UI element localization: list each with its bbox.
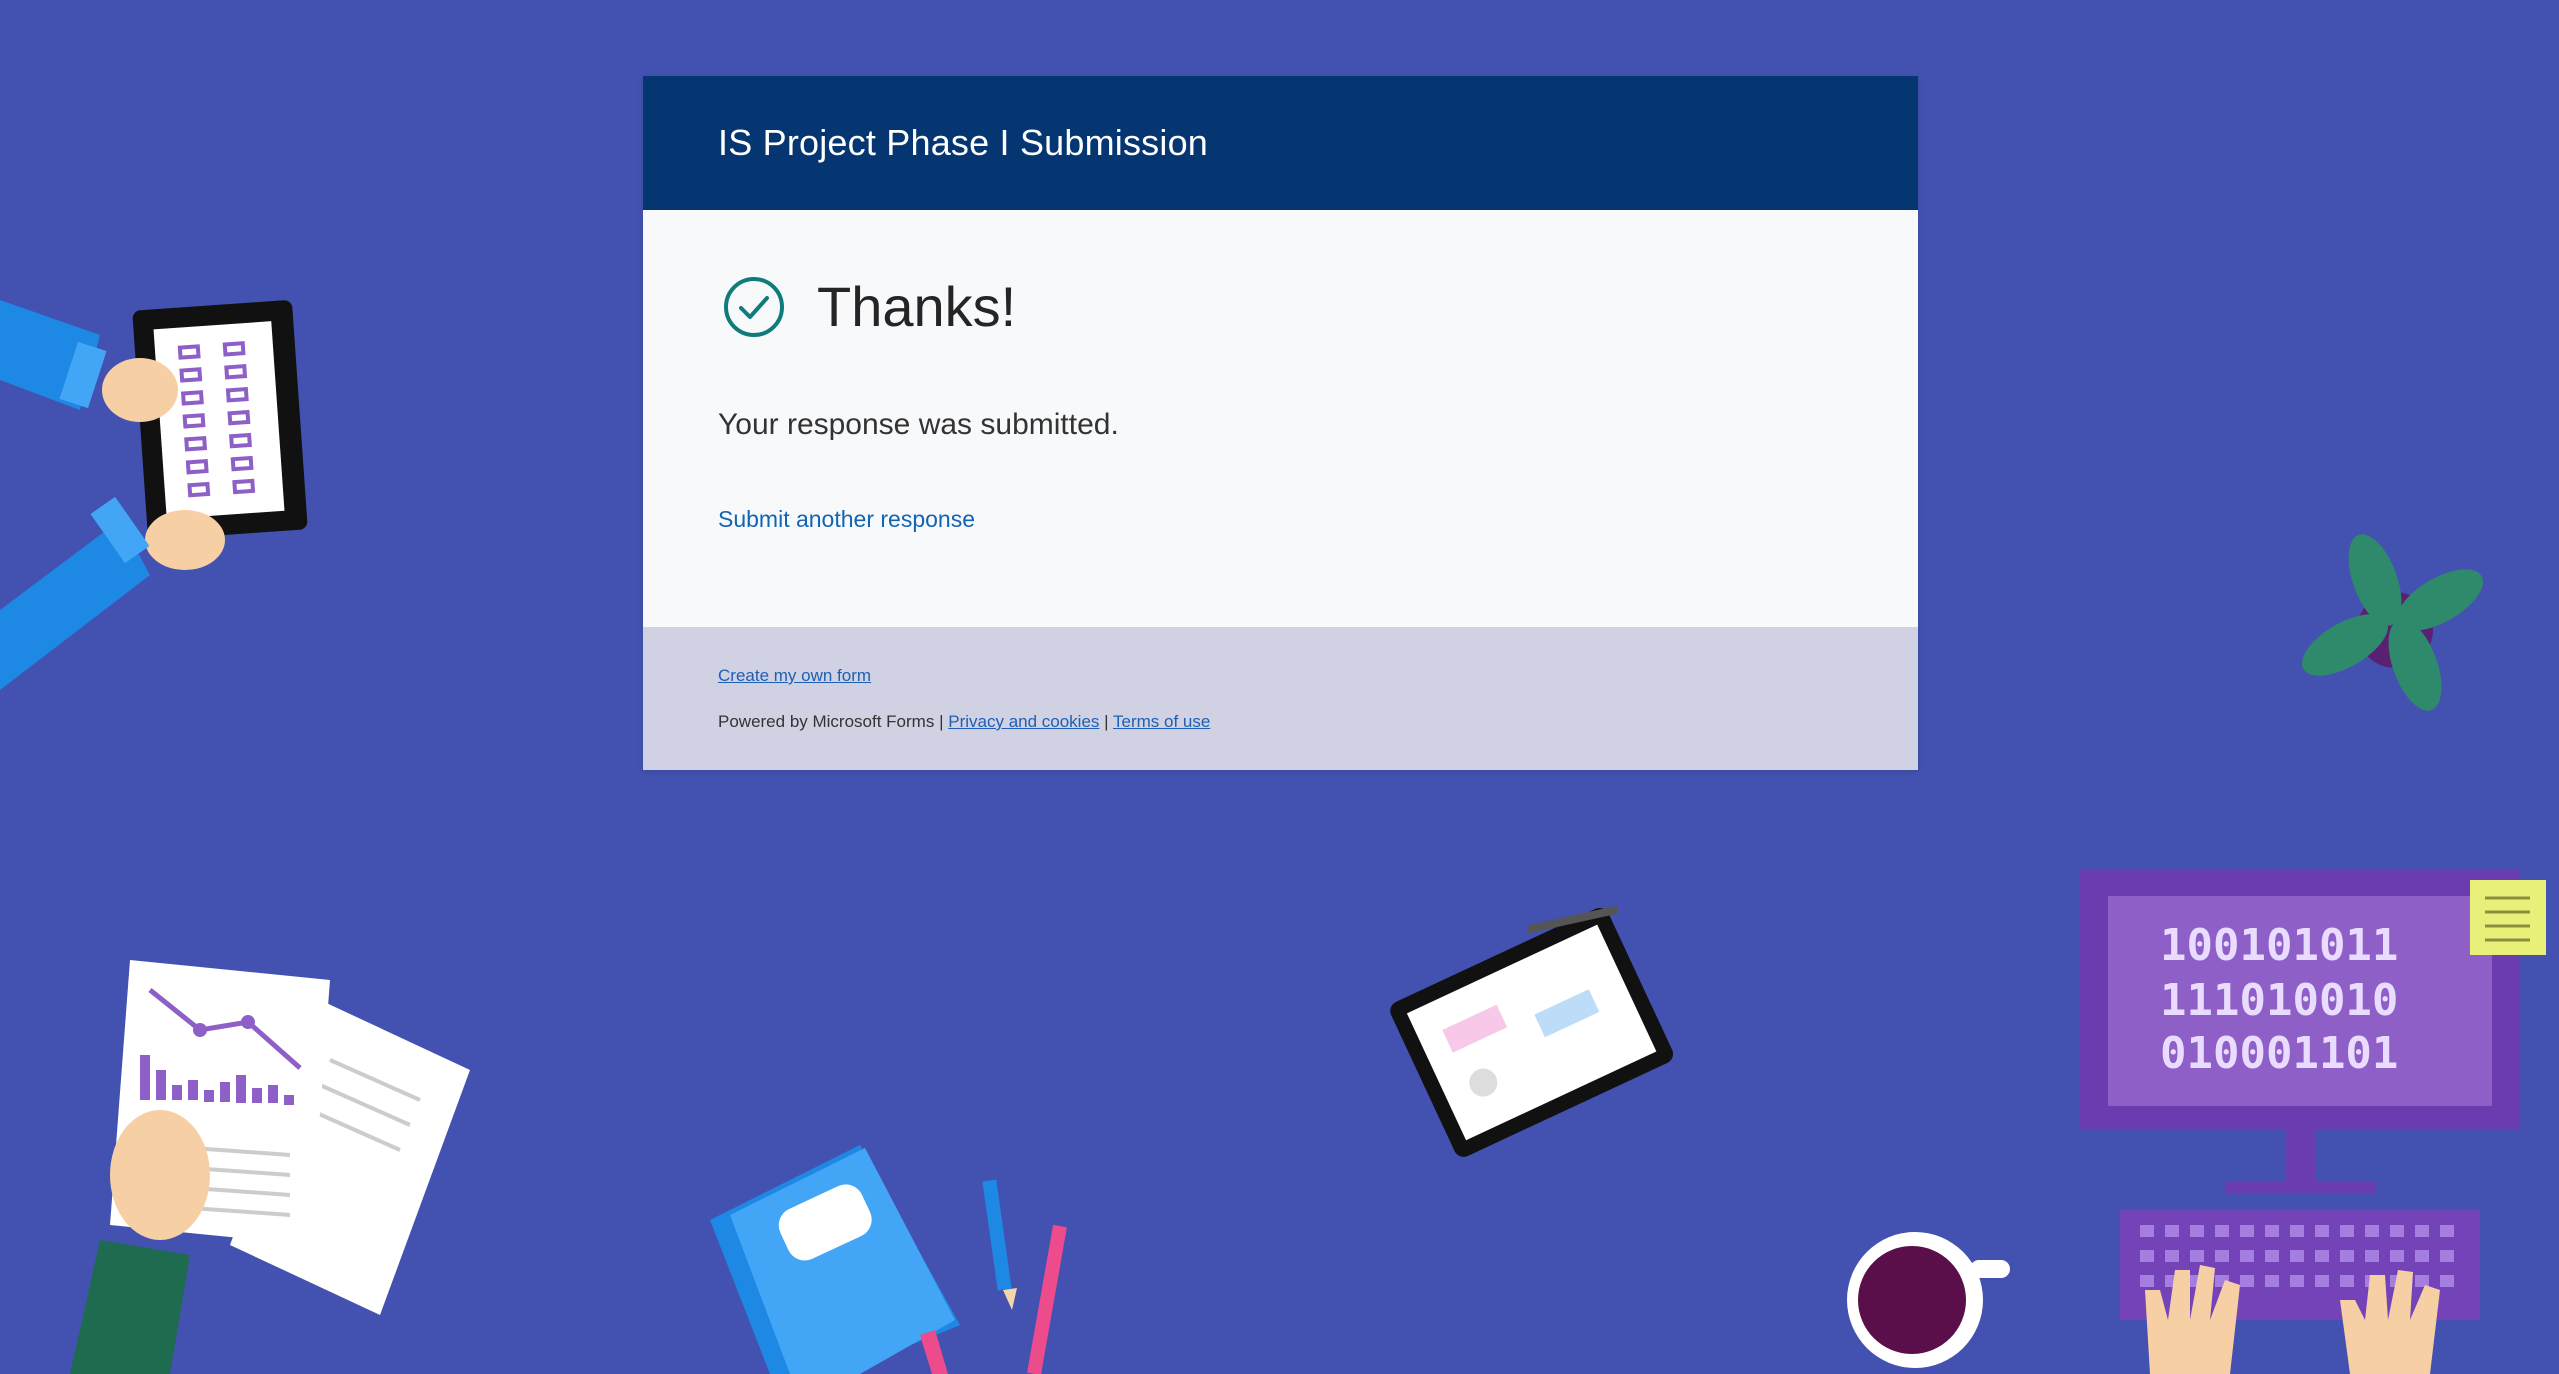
binary-line-3: 010001101 [2160,1028,2398,1079]
form-title: IS Project Phase I Submission [718,122,1209,163]
footer-separator: | [1104,712,1109,731]
computer-illustration: 100101011 111010010 010001101 [2080,870,2546,1374]
powered-by-text: Powered by Microsoft Forms [718,712,935,731]
tablet-illustration [1390,905,1674,1157]
submit-another-response-link[interactable]: Submit another response [718,506,975,533]
powered-by-line: Powered by Microsoft Forms | Privacy and… [718,712,1210,732]
papers-illustration [70,960,470,1374]
terms-of-use-link[interactable]: Terms of use [1113,712,1210,731]
footer-separator: | [939,712,944,731]
create-my-own-form-link[interactable]: Create my own form [718,666,871,686]
response-submitted-message: Your response was submitted. [718,408,1119,441]
form-card: IS Project Phase I Submission Thanks! Yo… [643,76,1918,770]
thanks-row: Thanks! [723,274,1016,339]
checkmark-circle-icon [724,276,784,337]
page-background: 100101011 111010010 010001101 IS Project… [0,0,2559,1374]
binary-line-1: 100101011 [2160,920,2398,971]
privacy-and-cookies-link[interactable]: Privacy and cookies [948,712,1099,731]
binary-line-2: 111010010 [2160,975,2398,1026]
coffee-cup-illustration [1847,1232,2010,1368]
confirmation-panel: Thanks! Your response was submitted. Sub… [643,210,1918,627]
form-footer: Create my own form Powered by Microsoft … [643,627,1918,770]
thanks-heading: Thanks! [817,275,1017,338]
tablet-hands-illustration [0,300,308,690]
plant-illustration [2302,534,2483,711]
form-header: IS Project Phase I Submission [643,76,1918,210]
notebook-illustration [710,1145,1067,1374]
